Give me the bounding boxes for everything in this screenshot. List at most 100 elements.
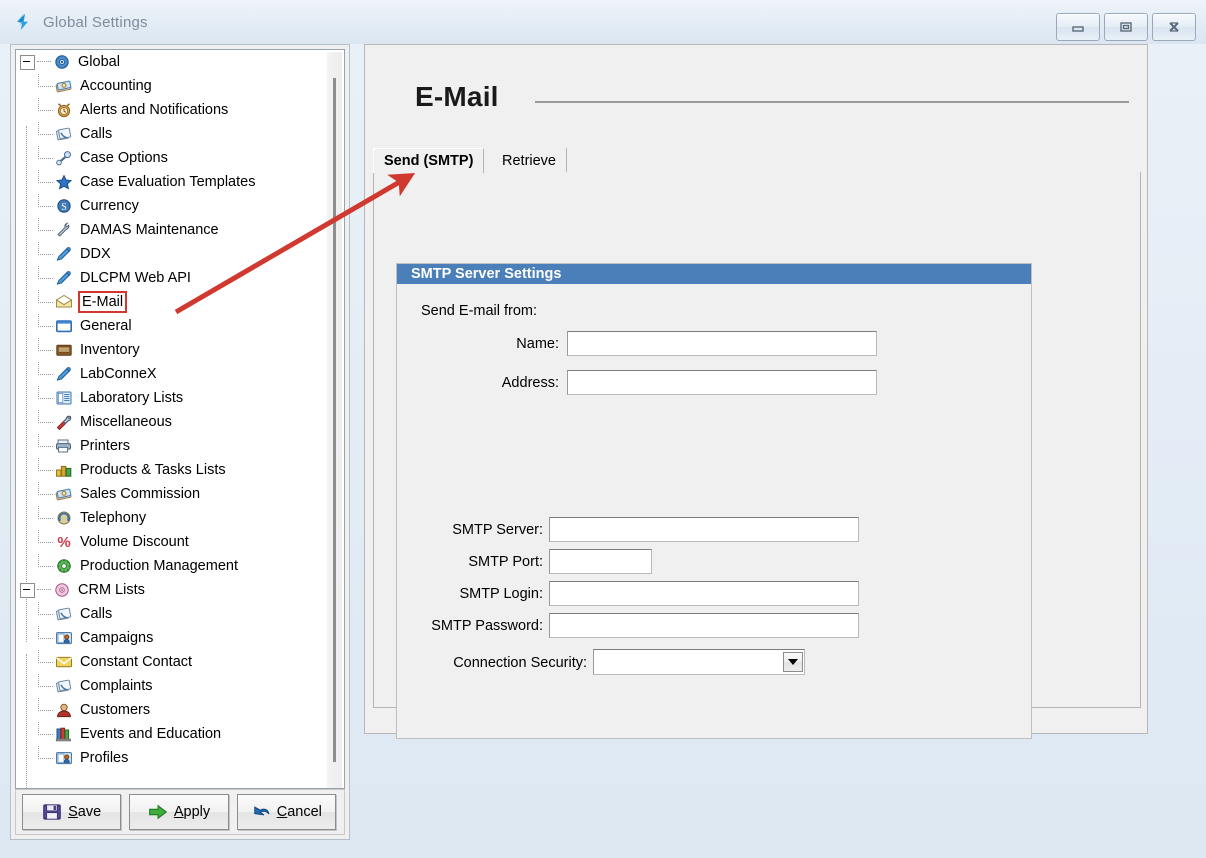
apply-button[interactable]: Apply xyxy=(129,794,229,830)
disc-icon xyxy=(52,581,72,599)
tree-expander-collapse-icon[interactable] xyxy=(20,54,35,70)
tree-item-label: DDX xyxy=(80,246,111,262)
smtp-login-input[interactable] xyxy=(549,581,859,606)
minimize-button[interactable] xyxy=(1056,13,1100,41)
tree-item-complaints[interactable]: Complaints xyxy=(16,673,328,698)
tree-item-alerts-and-notifications[interactable]: Alerts and Notifications xyxy=(16,97,328,122)
tree-item-crm-lists[interactable]: CRM Lists xyxy=(16,578,328,602)
tree-item-sales-commission[interactable]: Sales Commission xyxy=(16,481,328,506)
globe-gear-icon xyxy=(52,53,72,71)
tree-item-label: Global xyxy=(78,54,120,70)
tree-item-telephony[interactable]: Telephony xyxy=(16,505,328,530)
tree-connector-elbow xyxy=(38,721,53,735)
smtp-server-settings-group: SMTP Server Settings Send E-mail from: N… xyxy=(396,263,1032,739)
tree-item-laboratory-lists[interactable]: Laboratory Lists xyxy=(16,385,328,410)
tree-item-accounting[interactable]: Accounting xyxy=(16,73,328,98)
card-person-icon xyxy=(54,749,74,767)
tree-item-production-management[interactable]: Production Management xyxy=(16,553,328,578)
pen-icon xyxy=(54,269,74,287)
tree-item-label: Sales Commission xyxy=(80,486,201,502)
address-input[interactable] xyxy=(567,370,877,395)
tree-connector-elbow xyxy=(38,73,53,87)
tree-item-labconnex[interactable]: LabConneX xyxy=(16,361,328,386)
smtp-server-input[interactable] xyxy=(549,517,859,542)
window-icon xyxy=(54,317,74,335)
tree-connector-elbow xyxy=(38,97,53,111)
address-label: Address: xyxy=(501,375,559,391)
tree-item-label: Complaints xyxy=(80,678,153,694)
money-icon xyxy=(54,77,74,95)
chevron-down-icon[interactable] xyxy=(783,652,803,672)
tree-item-damas-maintenance[interactable]: DAMAS Maintenance xyxy=(16,217,328,242)
tree-item-events-and-education[interactable]: Events and Education xyxy=(16,721,328,746)
tree-item-label: Products & Tasks Lists xyxy=(80,462,226,478)
dollar-icon: S xyxy=(54,197,74,215)
money-icon xyxy=(54,485,74,503)
tree-item-label: Constant Contact xyxy=(80,654,193,670)
tree-scrollbar-thumb[interactable] xyxy=(333,78,336,762)
tree-item-label: LabConneX xyxy=(80,366,157,382)
tree-item-profiles[interactable]: Profiles xyxy=(16,745,328,770)
tree-item-inventory[interactable]: Inventory xyxy=(16,337,328,362)
tree-item-general[interactable]: General xyxy=(16,313,328,338)
tree-connector-elbow xyxy=(38,145,53,159)
tree-expander-collapse-icon[interactable] xyxy=(20,582,35,598)
maximize-button[interactable] xyxy=(1104,13,1148,41)
star-icon xyxy=(54,173,74,191)
lightning-bolt-icon xyxy=(12,11,34,33)
tree-item-label: General xyxy=(80,318,132,334)
dialog-button-bar: Save Apply Cancel xyxy=(15,789,345,835)
gear-green-icon xyxy=(54,557,74,575)
tree-item-currency[interactable]: S Currency xyxy=(16,193,328,218)
tab-retrieve[interactable]: Retrieve xyxy=(492,148,567,173)
tree-connector-elbow xyxy=(38,193,53,207)
tree-item-global[interactable]: Global xyxy=(16,50,328,74)
tree-item-customers[interactable]: Customers xyxy=(16,697,328,722)
close-button[interactable] xyxy=(1152,13,1196,41)
tree-connector-elbow xyxy=(38,649,53,663)
tree-item-label: Calls xyxy=(80,606,113,622)
tree-item-label: Calls xyxy=(80,126,113,142)
tree-item-ddx[interactable]: DDX xyxy=(16,241,328,266)
envelope-yellow-icon xyxy=(54,653,74,671)
window-title: Global Settings xyxy=(43,13,148,31)
tree-connector-elbow xyxy=(38,481,53,495)
tree-item-label: Case Options xyxy=(80,150,168,166)
smtp-login-label: SMTP Login: xyxy=(459,586,543,602)
tree-item-label: Accounting xyxy=(80,78,152,94)
tree-connector-line xyxy=(37,589,51,591)
connection-security-select[interactable] xyxy=(593,649,805,675)
envelope-icon xyxy=(54,293,74,311)
settings-tree[interactable]: Global Accounting Alerts and Notifications… xyxy=(15,49,345,789)
tab-send-smtp[interactable]: Send (SMTP) xyxy=(373,148,485,173)
save-button[interactable]: Save xyxy=(22,794,122,830)
tools-icon xyxy=(54,413,74,431)
tree-item-e-mail[interactable]: E-Mail xyxy=(16,289,328,314)
svg-text:S: S xyxy=(61,202,67,213)
tree-item-calls[interactable]: Calls xyxy=(16,121,328,146)
tree-item-constant-contact[interactable]: Constant Contact xyxy=(16,649,328,674)
pen-icon xyxy=(54,245,74,263)
tree-item-label: Profiles xyxy=(80,750,129,766)
tree-item-calls[interactable]: Calls xyxy=(16,601,328,626)
tree-item-campaigns[interactable]: Campaigns xyxy=(16,625,328,650)
tab-retrieve-label: Retrieve xyxy=(502,152,556,169)
tree-connector-line xyxy=(37,61,51,63)
tree-item-printers[interactable]: Printers xyxy=(16,433,328,458)
tree-scrollbar[interactable] xyxy=(327,52,342,788)
smtp-port-input[interactable] xyxy=(549,549,652,574)
smtp-password-input[interactable] xyxy=(549,613,859,638)
tab-page-send-smtp: SMTP Server Settings Send E-mail from: N… xyxy=(373,172,1141,739)
name-input[interactable] xyxy=(567,331,877,356)
tree-item-volume-discount[interactable]: % Volume Discount xyxy=(16,529,328,554)
tree-item-dlcpm-web-api[interactable]: DLCPM Web API xyxy=(16,265,328,290)
tree-item-label: Printers xyxy=(80,438,130,454)
tree-item-label: Customers xyxy=(80,702,151,718)
tree-item-miscellaneous[interactable]: Miscellaneous xyxy=(16,409,328,434)
tree-item-case-options[interactable]: Case Options xyxy=(16,145,328,170)
cancel-button[interactable]: Cancel xyxy=(236,794,336,830)
tree-item-case-evaluation-templates[interactable]: Case Evaluation Templates xyxy=(16,169,328,194)
tree-item-products-tasks-lists[interactable]: Products & Tasks Lists xyxy=(16,457,328,482)
tree-connector-elbow xyxy=(38,169,53,183)
tree-items-container: Global Accounting Alerts and Notifications… xyxy=(16,50,328,788)
